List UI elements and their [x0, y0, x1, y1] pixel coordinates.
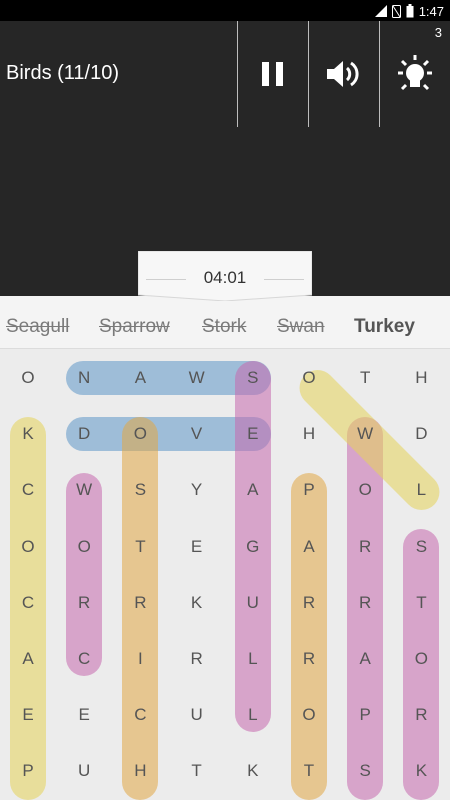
grid-cell[interactable]: R — [289, 644, 329, 674]
grid-cell[interactable]: T — [345, 363, 385, 393]
grid-cell[interactable]: O — [8, 532, 48, 562]
grid-cell[interactable]: L — [233, 644, 273, 674]
grid-cell[interactable]: A — [233, 475, 273, 505]
word-item: Swan — [277, 316, 325, 337]
timer: 04:01 — [138, 251, 312, 301]
grid-cell[interactable]: I — [120, 644, 160, 674]
word-item: Seagull — [6, 316, 70, 337]
grid-cell[interactable]: C — [8, 588, 48, 618]
hint-count-badge: 3 — [434, 25, 442, 40]
grid-cell[interactable]: S — [120, 475, 160, 505]
grid-cell[interactable]: P — [8, 756, 48, 786]
status-icons: 1:47 — [374, 3, 444, 19]
status-bar: 1:47 — [0, 0, 450, 21]
grid-cell[interactable]: U — [177, 700, 217, 730]
grid-cell[interactable]: R — [401, 700, 441, 730]
grid-cell[interactable]: U — [233, 588, 273, 618]
sound-button[interactable] — [309, 21, 379, 127]
grid-cell[interactable]: E — [177, 532, 217, 562]
grid-cell[interactable]: P — [289, 475, 329, 505]
grid-cell[interactable]: A — [120, 363, 160, 393]
grid-cell[interactable]: P — [345, 700, 385, 730]
word-item: Sparrow — [99, 316, 170, 337]
grid-cell[interactable]: T — [289, 756, 329, 786]
grid-cell[interactable]: S — [345, 756, 385, 786]
grid-cell[interactable]: V — [177, 419, 217, 449]
word-item: Stork — [202, 316, 247, 337]
grid-cell[interactable]: O — [64, 532, 104, 562]
grid-cell[interactable]: W — [345, 419, 385, 449]
grid-cell[interactable]: W — [64, 475, 104, 505]
timer-value: 04:01 — [203, 268, 247, 287]
grid-cell[interactable]: O — [345, 475, 385, 505]
grid-cell[interactable]: O — [401, 644, 441, 674]
grid-cell[interactable]: T — [401, 588, 441, 618]
letter-grid[interactable]: ONAWSOTHKDOVEHWDCWSYAPOLOOTEGARSCRRKURRT… — [0, 349, 450, 800]
grid-cell[interactable]: K — [8, 419, 48, 449]
grid-cell[interactable]: E — [8, 700, 48, 730]
grid-cell[interactable]: T — [120, 532, 160, 562]
grid-cell[interactable]: A — [8, 644, 48, 674]
grid-cell[interactable]: R — [64, 588, 104, 618]
page-title: Birds (11/10) — [6, 62, 120, 84]
grid-cell[interactable]: C — [64, 644, 104, 674]
battery-icon — [406, 4, 414, 18]
grid-cell[interactable]: R — [289, 588, 329, 618]
grid-cell[interactable]: K — [233, 756, 273, 786]
volume-icon — [327, 61, 359, 87]
word-list: Seagull Sparrow Stork Swan Turkey — [0, 296, 450, 349]
wifi-icon — [374, 5, 387, 17]
grid-cell[interactable]: L — [233, 700, 273, 730]
highlight-parrot — [291, 473, 327, 800]
grid-cell[interactable]: D — [64, 419, 104, 449]
no-sim-icon — [391, 4, 401, 18]
grid-cell[interactable]: N — [64, 363, 104, 393]
grid-cell[interactable]: T — [177, 756, 217, 786]
grid-cell[interactable]: K — [177, 588, 217, 618]
grid-cell[interactable]: E — [64, 700, 104, 730]
grid-cell[interactable]: H — [401, 363, 441, 393]
grid-cell[interactable]: E — [233, 419, 273, 449]
grid-cell[interactable]: O — [120, 419, 160, 449]
grid-cell[interactable]: L — [401, 475, 441, 505]
grid-cell[interactable]: O — [289, 363, 329, 393]
grid-cell[interactable]: K — [401, 756, 441, 786]
pause-button[interactable] — [238, 21, 308, 127]
grid-cell[interactable]: C — [120, 700, 160, 730]
grid-cell[interactable]: Y — [177, 475, 217, 505]
grid-cell[interactable]: R — [120, 588, 160, 618]
grid-cell[interactable]: O — [8, 363, 48, 393]
word-item: Turkey — [354, 316, 415, 337]
grid-cell[interactable]: G — [233, 532, 273, 562]
grid-cell[interactable]: D — [401, 419, 441, 449]
status-time: 1:47 — [418, 3, 444, 19]
grid-cell[interactable]: U — [64, 756, 104, 786]
grid-cell[interactable]: A — [289, 532, 329, 562]
grid-cell[interactable]: H — [120, 756, 160, 786]
grid-cell[interactable]: O — [289, 700, 329, 730]
grid-cell[interactable]: S — [233, 363, 273, 393]
grid-cell[interactable]: A — [345, 644, 385, 674]
grid-cell[interactable]: R — [345, 532, 385, 562]
pause-icon — [262, 62, 283, 86]
grid-cell[interactable]: W — [177, 363, 217, 393]
grid-cell[interactable]: C — [8, 475, 48, 505]
grid-cell[interactable]: S — [401, 532, 441, 562]
grid-cell[interactable]: R — [177, 644, 217, 674]
grid-cell[interactable]: R — [345, 588, 385, 618]
lightbulb-icon — [398, 55, 432, 91]
grid-cell[interactable]: H — [289, 419, 329, 449]
